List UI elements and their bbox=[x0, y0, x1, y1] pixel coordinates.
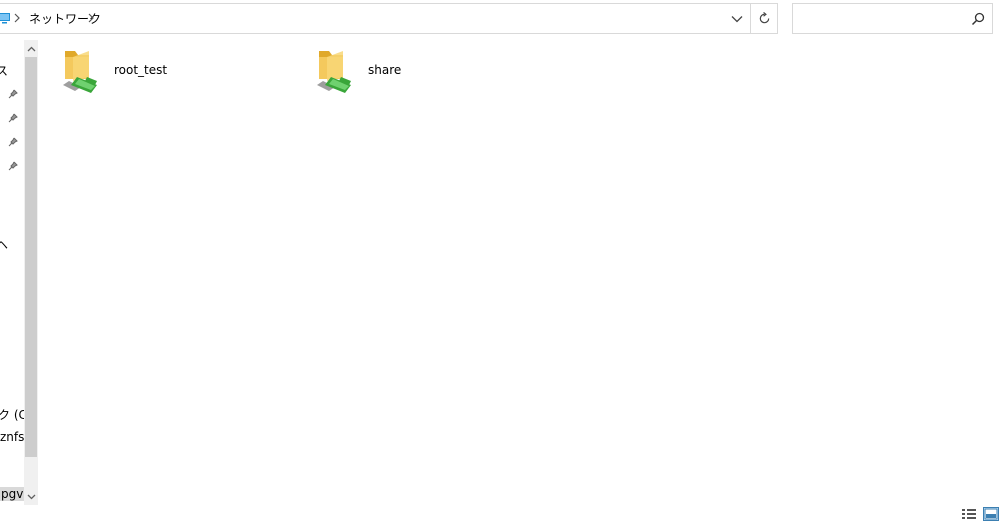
pin-icon[interactable] bbox=[8, 89, 18, 99]
scroll-down-button[interactable] bbox=[24, 488, 38, 505]
address-bar[interactable]: ネットワーク bbox=[0, 3, 778, 34]
nav-scrollbar[interactable] bbox=[24, 40, 38, 505]
nav-item-clipped-network-drive[interactable]: ク (C bbox=[0, 406, 27, 423]
chevron-right-icon[interactable] bbox=[13, 12, 21, 24]
network-share-folder-icon bbox=[317, 51, 351, 93]
nav-item-clipped-selected[interactable]: pgv bbox=[0, 487, 24, 501]
item-label: root_test bbox=[114, 63, 168, 77]
scroll-thumb[interactable] bbox=[25, 57, 37, 457]
chevron-down-icon bbox=[731, 15, 743, 22]
chevron-up-icon bbox=[27, 46, 35, 51]
details-view-icon[interactable] bbox=[961, 507, 977, 521]
chevron-down-icon bbox=[27, 494, 35, 499]
pin-icon[interactable] bbox=[8, 113, 18, 123]
list-item[interactable]: root_test bbox=[61, 47, 291, 99]
search-input[interactable] bbox=[797, 8, 967, 30]
address-history-dropdown[interactable] bbox=[725, 4, 749, 33]
list-item[interactable]: share bbox=[315, 47, 545, 99]
pc-icon[interactable] bbox=[0, 12, 11, 26]
large-icons-view-icon[interactable] bbox=[983, 507, 999, 521]
chevron-right-icon[interactable] bbox=[87, 12, 95, 24]
pin-icon[interactable] bbox=[8, 161, 18, 171]
search-box[interactable] bbox=[792, 3, 993, 34]
nav-item-clipped-quick-access[interactable]: ス bbox=[0, 62, 8, 79]
refresh-button[interactable] bbox=[751, 4, 777, 33]
refresh-icon bbox=[759, 12, 769, 24]
nav-item-clipped-expand[interactable]: ヘ bbox=[0, 236, 8, 253]
search-icon[interactable] bbox=[971, 12, 985, 26]
pin-icon[interactable] bbox=[8, 137, 18, 147]
item-label: share bbox=[368, 63, 402, 77]
scroll-up-button[interactable] bbox=[24, 40, 38, 57]
network-share-folder-icon bbox=[63, 51, 97, 93]
